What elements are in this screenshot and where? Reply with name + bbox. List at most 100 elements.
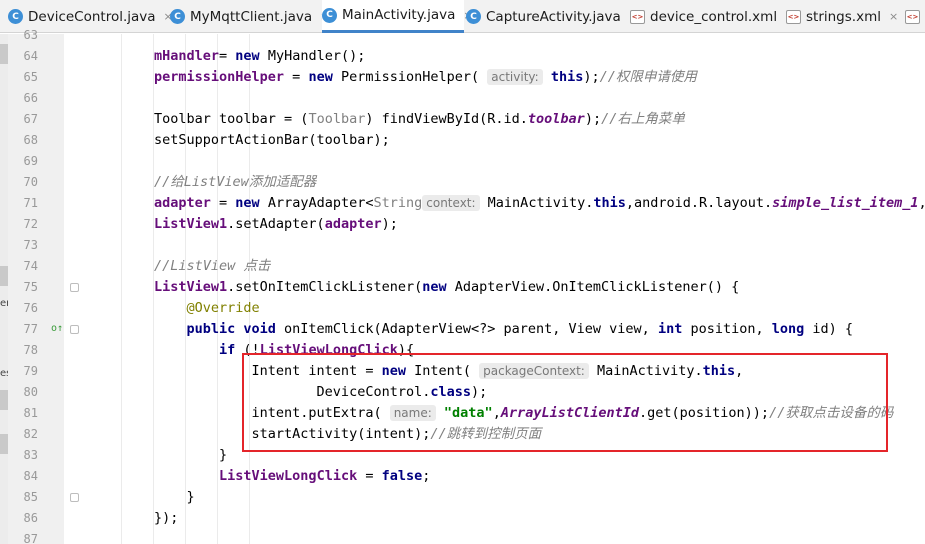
code-token: PermissionHelper( bbox=[332, 69, 488, 85]
tab-label: MainActivity.java bbox=[342, 7, 456, 23]
code-token: .setOnItemClickListener( bbox=[227, 279, 423, 295]
code-editor[interactable]: mHandler= new MyHandler(); permissionHelp… bbox=[90, 34, 925, 544]
code-token: ,android.R.layout. bbox=[625, 195, 773, 211]
code-line: } bbox=[154, 487, 195, 508]
line-number: 73 bbox=[23, 238, 38, 252]
tab-strings-xml[interactable]: <> strings.xml × bbox=[786, 0, 898, 33]
code-line: ListView1.setOnItemClickListener(new Ada… bbox=[154, 277, 739, 298]
java-class-icon: C bbox=[170, 9, 185, 24]
code-token: //给ListView添加适配器 bbox=[154, 174, 317, 190]
tab-label: DeviceControl.java bbox=[28, 8, 156, 25]
code-token: startActivity(intent); bbox=[154, 426, 431, 442]
line-number: 75 bbox=[23, 280, 38, 294]
code-token: new bbox=[381, 363, 406, 379]
code-token: MyHandler(); bbox=[259, 48, 366, 64]
code-token: ); bbox=[381, 216, 398, 232]
code-token: toolbar bbox=[527, 111, 585, 127]
line-number: 67 bbox=[23, 112, 38, 126]
code-line: @Override bbox=[154, 298, 260, 319]
code-token: = bbox=[219, 48, 236, 64]
code-line: //ListView 点击 bbox=[154, 256, 270, 277]
code-line: Toolbar toolbar = (Toolbar) findViewById… bbox=[154, 109, 685, 130]
code-token: //ListView 点击 bbox=[154, 258, 271, 274]
line-number: 79 bbox=[23, 364, 38, 378]
line-number: 74 bbox=[23, 259, 38, 273]
code-token: Intent intent = bbox=[154, 363, 382, 379]
code-token: ListViewLongClick bbox=[219, 468, 358, 484]
tab-mainactivity-java[interactable]: CMainActivity.java× bbox=[322, 0, 473, 33]
code-token: //跳转到控制页面 bbox=[430, 426, 542, 442]
tab-captureactivity-java[interactable]: CCaptureActivity.java× bbox=[466, 0, 638, 33]
line-number: 68 bbox=[23, 133, 38, 147]
code-token: .get(position)); bbox=[639, 405, 770, 421]
parameter-hint: activity: bbox=[487, 69, 543, 85]
code-token: "data" bbox=[443, 405, 493, 421]
tab-label: MyMqttClient.java bbox=[190, 8, 313, 25]
tab-label: strings.xml bbox=[806, 8, 881, 25]
code-token: ) bbox=[397, 342, 406, 358]
tab-a[interactable]: <>a bbox=[905, 0, 925, 33]
fold-marker-icon[interactable] bbox=[70, 283, 79, 292]
code-token: int bbox=[657, 321, 683, 337]
close-tab-icon[interactable]: × bbox=[889, 10, 898, 23]
line-number: 76 bbox=[23, 301, 38, 315]
code-token: .setAdapter( bbox=[227, 216, 325, 232]
code-token: simple_list_item_1 bbox=[772, 195, 919, 211]
fold-marker-icon[interactable] bbox=[70, 325, 79, 334]
code-token: ListViewLongClick bbox=[259, 342, 398, 358]
code-token: MainActivity. bbox=[588, 363, 703, 379]
code-token: MainActivity. bbox=[479, 195, 594, 211]
code-line: setSupportActionBar(toolbar); bbox=[154, 130, 390, 151]
code-token: , bbox=[918, 195, 925, 211]
line-number: 87 bbox=[23, 532, 38, 544]
line-number: 83 bbox=[23, 448, 38, 462]
editor-tab-bar: CDeviceControl.java×CMyMqttClient.java×C… bbox=[0, 0, 925, 33]
code-token: } bbox=[154, 489, 195, 505]
tab-device-control-xml[interactable]: <>device_control.xml× bbox=[630, 0, 794, 33]
code-token: { bbox=[406, 342, 415, 358]
code-token: intent.putExtra( bbox=[154, 405, 390, 421]
panel-fragment bbox=[0, 44, 8, 64]
code-token: class bbox=[430, 384, 471, 400]
code-token: , bbox=[735, 363, 744, 379]
code-token: new bbox=[235, 48, 260, 64]
code-token: AdapterView.OnItemClickListener() { bbox=[446, 279, 740, 295]
code-token: Toolbar bbox=[308, 111, 366, 127]
code-token: String bbox=[373, 195, 423, 211]
line-number: 85 bbox=[23, 490, 38, 504]
left-panel-strip: er es bbox=[0, 34, 11, 544]
line-number: 86 bbox=[23, 511, 38, 525]
code-line: if (!ListViewLongClick){ bbox=[154, 340, 414, 361]
code-token: @Override bbox=[154, 300, 260, 316]
code-line: Intent intent = new Intent( packageConte… bbox=[154, 361, 743, 382]
code-token: ArrayListClientId bbox=[500, 405, 640, 421]
code-token: new bbox=[422, 279, 447, 295]
line-number: 72 bbox=[23, 217, 38, 231]
code-token: onItemClick(AdapterView<?> parent, View … bbox=[275, 321, 658, 337]
java-class-icon: C bbox=[322, 7, 337, 23]
line-number: 71 bbox=[23, 196, 38, 210]
tab-mymqttclient-java[interactable]: CMyMqttClient.java× bbox=[170, 0, 329, 33]
code-token: setSupportActionBar(toolbar); bbox=[154, 132, 390, 148]
code-token: ); bbox=[584, 111, 602, 127]
java-class-icon: C bbox=[8, 9, 23, 24]
tab-label: device_control.xml bbox=[650, 8, 778, 25]
code-line: adapter = new ArrayAdapter<String context… bbox=[154, 193, 925, 214]
code-token: public void bbox=[186, 321, 276, 337]
code-token: ); bbox=[583, 69, 600, 85]
code-token: (! bbox=[235, 342, 260, 358]
override-method-icon[interactable]: o↑ bbox=[51, 323, 63, 334]
code-token: = bbox=[210, 195, 236, 211]
code-token: mHandler bbox=[154, 48, 220, 64]
code-token: new bbox=[235, 195, 260, 211]
java-class-icon: C bbox=[466, 9, 481, 24]
panel-fragment bbox=[0, 266, 8, 286]
xml-file-icon: <> bbox=[905, 9, 920, 24]
fold-marker-icon[interactable] bbox=[70, 493, 79, 502]
xml-file-icon: <> bbox=[786, 9, 801, 24]
code-token: id) { bbox=[804, 321, 854, 337]
code-token: adapter bbox=[154, 195, 211, 211]
